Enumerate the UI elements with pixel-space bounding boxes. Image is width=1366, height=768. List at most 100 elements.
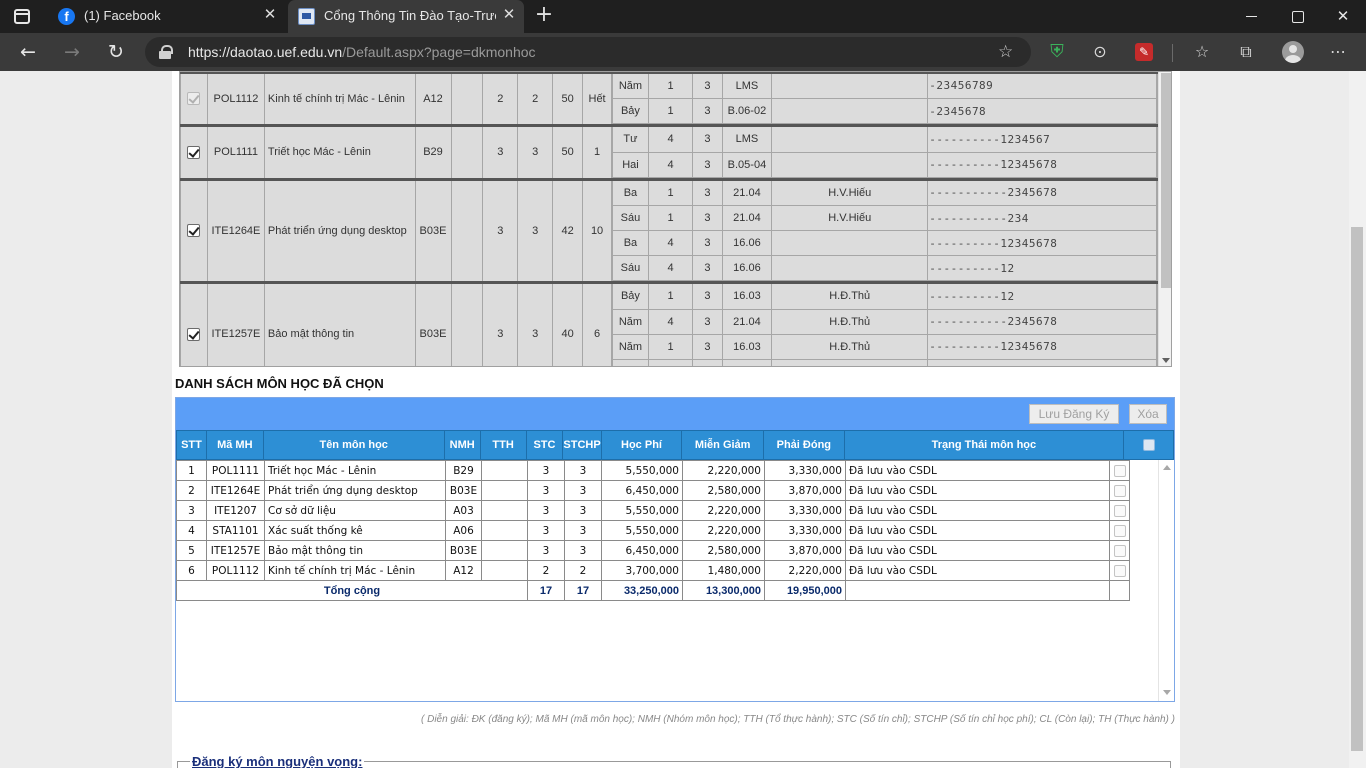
back-arrow-icon[interactable]: ← [16,40,40,64]
scrollbar-thumb[interactable] [1351,227,1363,751]
scrollbar-thumb[interactable] [1161,73,1171,288]
course-name: Bảo mật thông tin [263,282,416,366]
favorites-icon[interactable]: ☆ [1191,41,1213,63]
row-delete-checkbox[interactable] [1113,504,1126,517]
course-schedule-panel: STA1101Xác suất thống kêA06334512Tư73B.0… [179,71,1172,367]
row-stc: 3 [527,520,565,541]
close-icon[interactable]: ✕ [500,6,518,24]
row-delete-checkbox[interactable] [1113,564,1126,577]
session-lecturer [771,230,929,256]
row-course-name: Phát triển ứng dụng desktop [264,480,446,501]
session-periods: 3 [692,309,723,335]
url-text[interactable]: https://daotao.uef.edu.vn/Default.aspx?p… [188,44,536,60]
row-stchp: 3 [564,500,602,521]
course-group-code: B03E [414,282,452,366]
session-start-period: 1 [647,205,694,231]
collections-icon[interactable]: ⧉ [1235,41,1257,63]
row-status: Đã lưu vào CSDL [845,460,1110,481]
profile-avatar[interactable] [1282,41,1304,63]
row-delete-checkbox[interactable] [1113,484,1126,497]
red-extension-icon[interactable]: ✎ [1135,43,1153,61]
row-stchp: 2 [564,560,602,581]
session-day: Năm [612,309,649,335]
course-group: ITE1257E Bảo mật thông tin B03E 3 3 40 6 Bảy 1 3 1… [180,282,1158,366]
schedule-scrollbar[interactable] [1158,72,1171,366]
session-start-period: 4 [647,230,694,256]
session-lecturer [771,255,929,281]
course-checkbox[interactable] [187,327,201,341]
course-stc: 3 [482,282,519,366]
window-close-button[interactable]: ✕ [1331,4,1355,28]
scroll-down-arrow-icon[interactable] [1163,690,1171,695]
row-stchp: 3 [564,460,602,481]
scroll-up-arrow-icon[interactable] [1163,465,1171,470]
session-start-period: 1 [647,180,694,206]
selected-row[interactable]: 3 ITE1207 Cơ sở dữ liệu A03 3 3 5,550,000 2,220… [176,500,1130,521]
course-row[interactable]: POL1111 Triết học Mác - Lênin B29 3 3 50 1 Tư 4 3… [180,125,1158,180]
page-scrollbar[interactable] [1349,71,1366,768]
session-room: 16.03 [721,334,773,360]
tab-uef-portal[interactable]: Cổng Thông Tin Đào Tạo-Trường ✕ [288,0,524,33]
header-ma-mh: Mã MH [205,430,264,460]
selected-row[interactable]: 1 POL1111 Triết học Mác - Lênin B29 3 3 5,550,… [176,460,1130,481]
new-tab-button[interactable]: + [534,4,554,26]
session-start-period: 4 [647,255,694,281]
course-stchp: 3 [517,282,554,366]
session-day: Sáu [612,205,649,231]
selected-row[interactable]: 4 STA1101 Xác suất thống kê A06 3 3 5,550,000 2… [176,520,1130,541]
session-day: Năm [612,334,649,360]
refresh-icon[interactable]: ↻ [104,40,128,64]
minimize-button[interactable] [1240,4,1264,28]
session-weeks: -----------2345678 [927,180,1157,206]
row-course-code: POL1112 [206,560,265,581]
forward-arrow-icon[interactable]: → [60,40,84,64]
tab-actions-icon[interactable] [14,9,30,24]
address-bar[interactable]: https://daotao.uef.edu.vn/Default.aspx?p… [145,37,1031,67]
row-status: Đã lưu vào CSDL [845,520,1110,541]
tab-title: Cổng Thông Tin Đào Tạo-Trường [324,8,496,23]
row-stt: 1 [176,460,207,481]
course-checkbox[interactable] [187,92,201,106]
scroll-down-arrow-icon[interactable] [1162,358,1170,363]
header-mien-giam: Miễn Giảm [681,430,764,460]
tab-facebook[interactable]: f (1) Facebook ✕ [48,0,286,33]
course-row[interactable]: POL1112 Kinh tế chính trị Mác - Lênin A12 2… [180,72,1158,127]
close-icon[interactable]: ✕ [261,6,279,24]
session-lecturer: H.V.Hiếu [771,205,929,231]
reading-glasses-icon[interactable]: ⊙ [1089,41,1111,63]
row-stchp: 3 [564,480,602,501]
maximize-button[interactable] [1285,4,1309,28]
more-menu-icon[interactable]: ⋯ [1327,41,1349,63]
row-checkbox-cell [1109,480,1130,501]
total-label: Tổng cộng [176,580,528,601]
course-stc: 2 [482,72,519,126]
row-delete-checkbox[interactable] [1113,544,1126,557]
row-status: Đã lưu vào CSDL [845,540,1110,561]
delete-button[interactable]: Xóa [1129,404,1167,424]
row-delete-checkbox[interactable] [1113,524,1126,537]
course-code: ITE1264E [206,178,265,283]
row-checkbox-cell [1109,500,1130,521]
selected-scrollbar[interactable] [1158,460,1174,701]
course-stchp: 2 [517,72,554,126]
lock-icon[interactable] [159,45,173,59]
session-weeks: -----------234 [927,359,1157,366]
select-all-checkbox[interactable] [1142,439,1155,452]
course-row[interactable]: ITE1264E Phát triển ứng dụng desktop B03E 3… [180,178,1158,284]
selected-toolbar: Lưu Đăng Ký Xóa [176,398,1174,430]
session-weeks: -23456789 [927,73,1157,99]
course-group-code: B29 [414,125,452,180]
selected-row[interactable]: 2 ITE1264E Phát triển ứng dụng desktop B03E… [176,480,1130,501]
course-checkbox[interactable] [187,224,201,238]
shield-extension-icon[interactable]: ⛨ [1046,41,1068,63]
course-checkbox[interactable] [187,145,201,159]
session-lecturer [771,152,929,178]
course-row[interactable]: ITE1257E Bảo mật thông tin B03E 3 3 40 6 Bảy 1 3 1… [180,282,1158,366]
add-favorite-icon[interactable]: ☆ [998,42,1013,62]
row-delete-checkbox[interactable] [1113,464,1126,477]
save-registration-button[interactable]: Lưu Đăng Ký [1029,404,1119,424]
selected-row[interactable]: 5 ITE1257E Bảo mật thông tin B03E 3 3 6,450,00… [176,540,1130,561]
course-sessions-cell: Ba 1 3 21.04 H.V.Hiếu -----------2345678 Sáu 1 3… [611,178,1158,284]
session-start-period: 1 [647,98,694,124]
selected-row[interactable]: 6 POL1112 Kinh tế chính trị Mác - Lênin A12… [176,560,1130,581]
